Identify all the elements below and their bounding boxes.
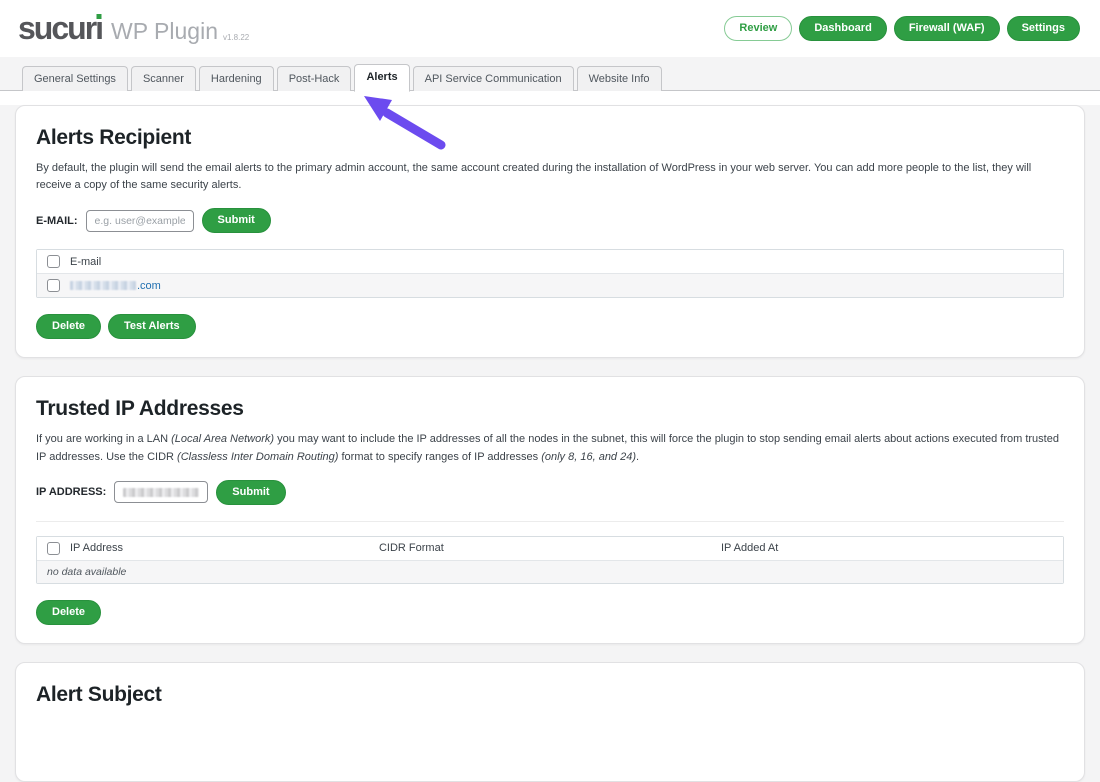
ip-address-label: IP ADDRESS: [36,486,106,498]
dashboard-button[interactable]: Dashboard [799,16,886,41]
tab-post-hack[interactable]: Post-Hack [277,66,352,91]
email-table-header-row: E-mail [37,250,1063,273]
ip-address-column-header: IP Address [70,542,123,554]
select-all-ips-checkbox[interactable] [47,542,60,555]
email-actions-row: Delete Test Alerts [36,314,1064,339]
tab-alerts-label: Alerts [366,71,397,83]
alerts-recipient-description: By default, the plugin will send the ema… [36,160,1064,194]
alert-subject-panel: Alert Subject [15,662,1085,782]
tab-scanner[interactable]: Scanner [131,66,196,91]
sucuri-logo: sucurı [18,12,102,44]
settings-button[interactable]: Settings [1007,16,1080,41]
alert-subject-title: Alert Subject [36,683,1064,707]
email-form-row: E-MAIL: Submit [36,208,1064,233]
tab-alerts[interactable]: Alerts [354,64,409,92]
logo-green-dot-i: ı [95,12,102,44]
ip-actions-row: Delete [36,600,1064,625]
cidr-format-column-header: CIDR Format [379,542,721,554]
settings-content: Alerts Recipient By default, the plugin … [0,105,1100,782]
ip-submit-button[interactable]: Submit [216,480,285,505]
email-input[interactable] [86,210,194,232]
select-all-emails-checkbox[interactable] [47,255,60,268]
top-header: sucurı WP Plugin v1.8.22 Review Dashboar… [0,0,1100,57]
tab-general-settings[interactable]: General Settings [22,66,128,91]
ip-address-input[interactable] [114,481,208,503]
delete-emails-button[interactable]: Delete [36,314,101,339]
review-button[interactable]: Review [724,16,792,41]
ip-added-at-column-header: IP Added At [721,542,1053,554]
header-nav-buttons: Review Dashboard Firewall (WAF) Settings [724,16,1080,41]
trusted-ip-table: IP Address CIDR Format IP Added At no da… [36,536,1064,584]
tab-api-service-communication[interactable]: API Service Communication [413,66,574,91]
delete-ips-button[interactable]: Delete [36,600,101,625]
alerts-recipient-panel: Alerts Recipient By default, the plugin … [15,105,1085,358]
app-title: WP Plugin [111,18,218,45]
tab-panel-top-strip [0,91,1100,105]
ip-table-header-row: IP Address CIDR Format IP Added At [37,537,1063,560]
email-recipients-table: E-mail .com [36,249,1064,298]
tab-hardening[interactable]: Hardening [199,66,274,91]
settings-tab-bar: General Settings Scanner Hardening Post-… [0,57,1100,91]
ip-form-row: IP ADDRESS: Submit [36,480,1064,505]
alerts-recipient-title: Alerts Recipient [36,126,1064,150]
tab-website-info[interactable]: Website Info [577,66,662,91]
brand: sucurı WP Plugin v1.8.22 [18,12,253,45]
email-table-row: .com [37,273,1063,297]
section-divider [36,521,1064,522]
firewall-waf-button[interactable]: Firewall (WAF) [894,16,1000,41]
email-suffix: .com [137,280,161,292]
test-alerts-button[interactable]: Test Alerts [108,314,196,339]
ip-table-empty-row: no data available [37,560,1063,583]
email-label: E-MAIL: [36,215,78,227]
email-column-header: E-mail [70,256,101,268]
redacted-email-address [70,281,136,290]
version-label: v1.8.22 [223,33,249,42]
trusted-ip-title: Trusted IP Addresses [36,397,1064,421]
trusted-ip-panel: Trusted IP Addresses If you are working … [15,376,1085,643]
email-row-checkbox[interactable] [47,279,60,292]
redacted-ip-value [123,488,199,497]
email-submit-button[interactable]: Submit [202,208,271,233]
trusted-ip-description: If you are working in a LAN (Local Area … [36,431,1064,465]
